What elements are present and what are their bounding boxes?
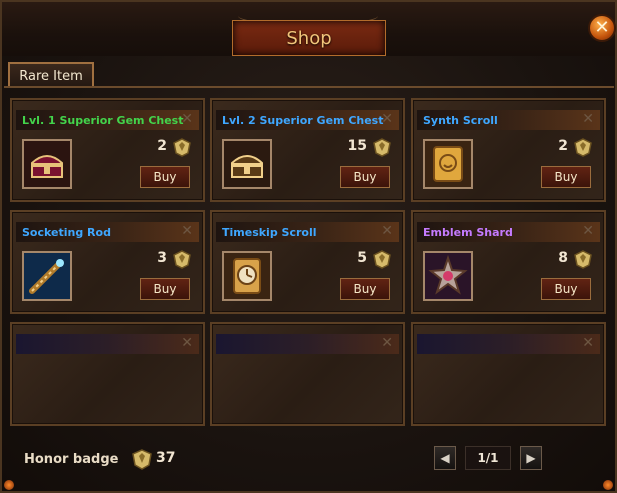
ornament-x-icon: ✕ (181, 335, 193, 351)
item-header: Socketing Rod ✕ (16, 222, 199, 242)
shop-item-card: Timeskip Scroll ✕ 5 Buy (210, 210, 405, 314)
empty-item-slot: ✕ (10, 322, 205, 426)
ornament-x-icon: ✕ (381, 111, 393, 127)
item-header: Lvl. 1 Superior Gem Chest ✕ (16, 110, 199, 130)
buy-button[interactable]: Buy (140, 278, 190, 300)
item-price: 2 (558, 138, 568, 154)
emblem-shard-icon[interactable] (423, 251, 473, 301)
ornament-x-icon: ✕ (582, 111, 594, 127)
buy-button[interactable]: Buy (541, 166, 591, 188)
honor-badge-icon (171, 137, 193, 161)
buy-button[interactable]: Buy (340, 166, 390, 188)
shop-item-card: Synth Scroll ✕ 2 Buy (411, 98, 606, 202)
buy-label: Buy (554, 282, 578, 296)
item-name: Emblem Shard (423, 225, 513, 239)
rod-icon[interactable] (22, 251, 72, 301)
scroll-icon[interactable] (423, 139, 473, 189)
item-header: Synth Scroll ✕ (417, 110, 600, 130)
pagination: ◀ 1/1 ▶ (434, 446, 544, 472)
prev-page-button[interactable]: ◀ (434, 446, 456, 470)
window-title: Shop (286, 27, 332, 49)
item-grid: Lvl. 1 Superior Gem Chest ✕ 2 Buy Lvl. 2… (10, 98, 606, 426)
buy-button[interactable]: Buy (541, 278, 591, 300)
item-header: Lvl. 2 Superior Gem Chest ✕ (216, 110, 399, 130)
chevron-left-icon: ◀ (440, 451, 450, 465)
corner-ornament (4, 480, 14, 490)
honor-badge-icon (371, 249, 393, 273)
shop-item-card: Emblem Shard ✕ 8 Buy (411, 210, 606, 314)
honor-badge-icon (171, 249, 193, 273)
buy-label: Buy (153, 170, 177, 184)
item-price: 2 (157, 138, 167, 154)
buy-label: Buy (153, 282, 177, 296)
clock-scroll-icon[interactable] (222, 251, 272, 301)
chevron-right-icon: ▶ (526, 451, 536, 465)
gem-chest-icon[interactable] (22, 139, 72, 189)
close-icon: ✕ (594, 17, 610, 38)
title-bar: Shop ✕ (2, 2, 616, 56)
item-name: Socketing Rod (22, 225, 111, 239)
item-header: Emblem Shard ✕ (417, 222, 600, 242)
buy-button[interactable]: Buy (340, 278, 390, 300)
tab-label: Rare Item (19, 68, 83, 84)
honor-badge-label: Honor badge (24, 452, 119, 467)
corner-ornament (603, 480, 613, 490)
next-page-button[interactable]: ▶ (520, 446, 542, 470)
honor-badge-icon (371, 137, 393, 161)
empty-item-slot: ✕ (411, 322, 606, 426)
shop-item-card: Socketing Rod ✕ 3 Buy (10, 210, 205, 314)
ornament-x-icon: ✕ (582, 223, 594, 239)
tab-divider (4, 86, 614, 88)
close-button[interactable]: ✕ (588, 14, 616, 42)
buy-button[interactable]: Buy (140, 166, 190, 188)
item-name: Lvl. 1 Superior Gem Chest (22, 113, 184, 127)
item-price: 8 (558, 250, 568, 266)
item-name: Timeskip Scroll (222, 225, 317, 239)
honor-badge-icon (572, 137, 594, 161)
ornament-x-icon: ✕ (181, 111, 193, 127)
honor-badge-icon (572, 249, 594, 273)
ornament-x-icon: ✕ (582, 335, 594, 351)
item-price: 3 (157, 250, 167, 266)
page-indicator: 1/1 (465, 446, 511, 470)
item-header: Timeskip Scroll ✕ (216, 222, 399, 242)
item-header: ✕ (417, 334, 600, 354)
honor-badge-icon (130, 448, 154, 474)
honor-badge-count: 37 (156, 450, 176, 466)
page-number: 1/1 (477, 451, 499, 465)
item-price: 5 (357, 250, 367, 266)
ornament-x-icon: ✕ (381, 335, 393, 351)
item-name: Lvl. 2 Superior Gem Chest (222, 113, 384, 127)
item-header: ✕ (16, 334, 199, 354)
gem-chest-icon[interactable] (222, 139, 272, 189)
ornament-x-icon: ✕ (181, 223, 193, 239)
buy-label: Buy (353, 170, 377, 184)
title-plate: Shop (232, 20, 386, 56)
shop-footer: Honor badge 37 ◀ 1/1 ▶ (10, 438, 606, 478)
tab-rare-item[interactable]: Rare Item (8, 62, 94, 88)
item-price: 15 (347, 138, 367, 154)
item-name: Synth Scroll (423, 113, 498, 127)
empty-item-slot: ✕ (210, 322, 405, 426)
shop-item-card: Lvl. 2 Superior Gem Chest ✕ 15 Buy (210, 98, 405, 202)
shop-window: Shop ✕ Rare Item Lvl. 1 Superior Gem Che… (0, 0, 617, 493)
buy-label: Buy (554, 170, 578, 184)
item-header: ✕ (216, 334, 399, 354)
buy-label: Buy (353, 282, 377, 296)
ornament-x-icon: ✕ (381, 223, 393, 239)
shop-item-card: Lvl. 1 Superior Gem Chest ✕ 2 Buy (10, 98, 205, 202)
